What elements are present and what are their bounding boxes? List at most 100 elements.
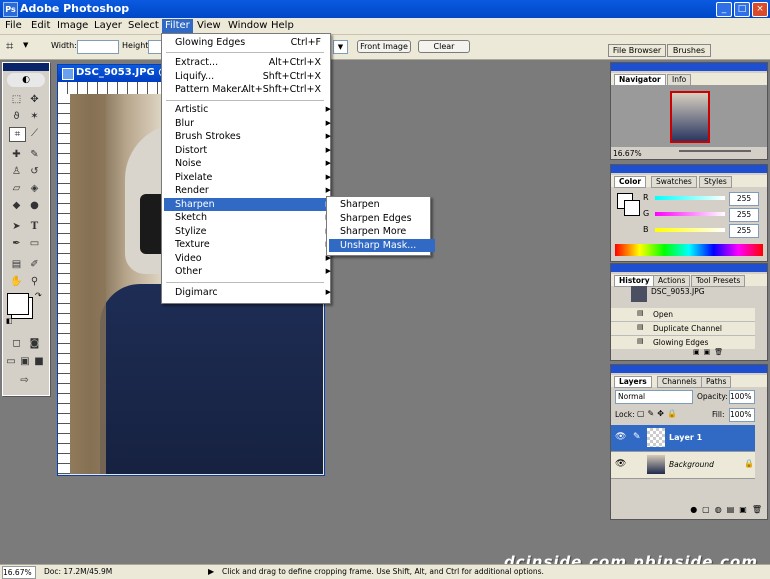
layers-footer-buttons-icon[interactable]: ●▢◍▤▣🗑 <box>611 505 767 517</box>
marquee-tool-icon[interactable]: ⬚ <box>9 93 24 106</box>
blur-tool-icon[interactable]: ◆ <box>9 199 24 212</box>
g-value[interactable]: 255 <box>729 208 759 222</box>
menu-item-render[interactable]: Render ▶ <box>164 184 335 198</box>
r-slider[interactable] <box>655 196 725 200</box>
menu-item-distort[interactable]: Distort ▶ <box>164 144 335 158</box>
toolbox-header[interactable] <box>3 63 49 71</box>
foreground-color-swatch[interactable] <box>7 293 29 315</box>
history-item[interactable]: ▤ Glowing Edges <box>611 336 755 349</box>
menu-item-texture[interactable]: Texture▶ <box>164 238 335 252</box>
navigator-panel-header[interactable] <box>611 63 767 71</box>
jump-to-imageready-icon[interactable]: ⇨ <box>17 374 32 387</box>
history-footer-buttons-icon[interactable]: ▣▣🗑 <box>693 348 727 356</box>
tab-swatches[interactable]: Swatches <box>651 176 697 188</box>
crop-tool-icon[interactable]: ⌗ <box>6 39 13 54</box>
menu-filter[interactable]: Filter <box>162 19 193 33</box>
b-slider[interactable] <box>655 228 725 232</box>
menu-select[interactable]: Select <box>125 19 162 33</box>
eyedropper-icon[interactable]: ✐ <box>27 258 42 271</box>
tab-styles[interactable]: Styles <box>699 176 732 188</box>
navigator-zoom-slider[interactable] <box>679 150 751 152</box>
status-doc-size[interactable]: Doc: 17.2M/45.9M <box>44 565 112 579</box>
blend-mode-select[interactable]: Normal <box>615 390 693 404</box>
healing-brush-icon[interactable]: ✚ <box>9 148 24 161</box>
menu-edit[interactable]: Edit <box>28 19 53 33</box>
layers-panel-header[interactable] <box>611 365 767 373</box>
status-arrow-icon[interactable]: ▶ <box>208 565 214 579</box>
color-panel-header[interactable] <box>611 165 767 173</box>
tool-preset-arrow-icon[interactable]: ▼ <box>23 41 28 49</box>
brush-tool-icon[interactable]: ✎ <box>27 148 42 161</box>
tab-paths[interactable]: Paths <box>701 376 732 388</box>
resolution-unit-dropdown-icon[interactable]: ▼ <box>333 40 348 54</box>
eraser-tool-icon[interactable]: ▱ <box>9 182 24 195</box>
menu-item-liquify[interactable]: Liquify... Shft+Ctrl+X <box>164 70 335 84</box>
tab-color[interactable]: Color <box>614 176 647 188</box>
maximize-button[interactable]: □ <box>734 2 750 17</box>
layer-row-layer-1[interactable]: 👁 ✎ Layer 1 <box>611 425 755 452</box>
history-item[interactable]: ▤ Duplicate Channel <box>611 322 755 336</box>
pen-tool-icon[interactable]: ✒ <box>9 237 24 250</box>
clear-button[interactable]: Clear <box>418 40 470 53</box>
submenu-item-sharpen-more[interactable]: Sharpen More <box>329 225 435 239</box>
color-spectrum-ramp[interactable] <box>615 244 763 256</box>
tab-tool-presets[interactable]: Tool Presets <box>691 275 746 287</box>
opacity-input[interactable]: 100% <box>729 390 755 404</box>
menu-item-sketch[interactable]: Sketch▶ <box>164 211 335 225</box>
screen-mode-standard-icon[interactable]: ▭ <box>5 355 17 368</box>
visibility-eye-icon[interactable]: 👁 <box>615 432 626 442</box>
b-value[interactable]: 255 <box>729 224 759 238</box>
front-image-button[interactable]: Front Image <box>357 40 411 53</box>
history-panel-header[interactable] <box>611 264 767 272</box>
lock-options-icon[interactable]: ▢✎✥🔒 <box>637 409 680 418</box>
close-button[interactable]: × <box>752 2 768 17</box>
menu-item-last-filter[interactable]: Glowing Edges Ctrl+F <box>164 36 335 50</box>
minimize-button[interactable]: _ <box>716 2 732 17</box>
status-zoom[interactable]: 16.67% <box>2 566 36 579</box>
standard-mode-icon[interactable]: ◻ <box>9 337 24 350</box>
history-brush-icon[interactable]: ↺ <box>27 165 42 178</box>
crop-tool-active-icon[interactable]: ⌗ <box>9 127 26 142</box>
menu-item-pixelate[interactable]: Pixelate ▶ <box>164 171 335 185</box>
menu-help[interactable]: Help <box>268 19 297 33</box>
fill-input[interactable]: 100% <box>729 408 755 422</box>
zoom-tool-icon[interactable]: ⚲ <box>27 275 42 288</box>
menu-item-stylize[interactable]: Stylize▶ <box>164 225 335 239</box>
submenu-item-sharpen-edges[interactable]: Sharpen Edges <box>329 212 435 226</box>
navigator-view-box[interactable] <box>670 91 710 143</box>
history-snapshot-label[interactable]: DSC_9053.JPG <box>651 287 705 296</box>
menu-item-blur[interactable]: Blur ▶ <box>164 117 335 131</box>
navigator-zoom-value[interactable]: 16.67% <box>613 149 642 158</box>
tab-actions[interactable]: Actions <box>653 275 691 287</box>
menu-item-artistic[interactable]: Artistic ▶ <box>164 103 335 117</box>
r-value[interactable]: 255 <box>729 192 759 206</box>
menu-item-other[interactable]: Other ▶ <box>164 265 335 279</box>
paint-bucket-icon[interactable]: ◈ <box>27 182 42 195</box>
height-input[interactable] <box>148 40 162 54</box>
lasso-tool-icon[interactable]: ϑ <box>9 110 24 123</box>
menu-layer[interactable]: Layer <box>91 19 125 33</box>
screen-mode-full-icon[interactable]: ■ <box>33 355 45 368</box>
quick-mask-mode-icon[interactable]: ◙ <box>27 337 42 350</box>
menu-item-video[interactable]: Video ▶ <box>164 252 335 266</box>
menu-window[interactable]: Window <box>225 19 270 33</box>
screen-mode-menubar-icon[interactable]: ▣ <box>19 355 31 368</box>
submenu-item-unsharp-mask[interactable]: Unsharp Mask... <box>329 238 435 252</box>
g-slider[interactable] <box>655 212 725 216</box>
type-tool-icon[interactable]: T <box>27 220 42 233</box>
brushes-tab[interactable]: Brushes <box>667 44 711 57</box>
default-colors-icon[interactable]: ◧ <box>6 317 13 325</box>
adobe-online-icon[interactable]: ◐ <box>7 73 45 87</box>
menu-image[interactable]: Image <box>54 19 91 33</box>
visibility-eye-icon[interactable]: 👁 <box>615 459 626 469</box>
hand-tool-icon[interactable]: ✋ <box>9 275 24 288</box>
history-item[interactable]: ▤ Open <box>611 308 755 322</box>
move-tool-icon[interactable]: ✥ <box>27 93 42 106</box>
menu-file[interactable]: File <box>2 19 25 33</box>
menu-item-digimarc[interactable]: Digimarc ▶ <box>164 286 335 300</box>
menu-item-extract[interactable]: Extract... Alt+Ctrl+X <box>164 56 335 70</box>
swap-colors-icon[interactable]: ↷ <box>35 291 42 300</box>
dodge-tool-icon[interactable]: ● <box>27 199 42 212</box>
menu-view[interactable]: View <box>194 19 224 33</box>
menu-item-brush-strokes[interactable]: Brush Strokes ▶ <box>164 130 335 144</box>
